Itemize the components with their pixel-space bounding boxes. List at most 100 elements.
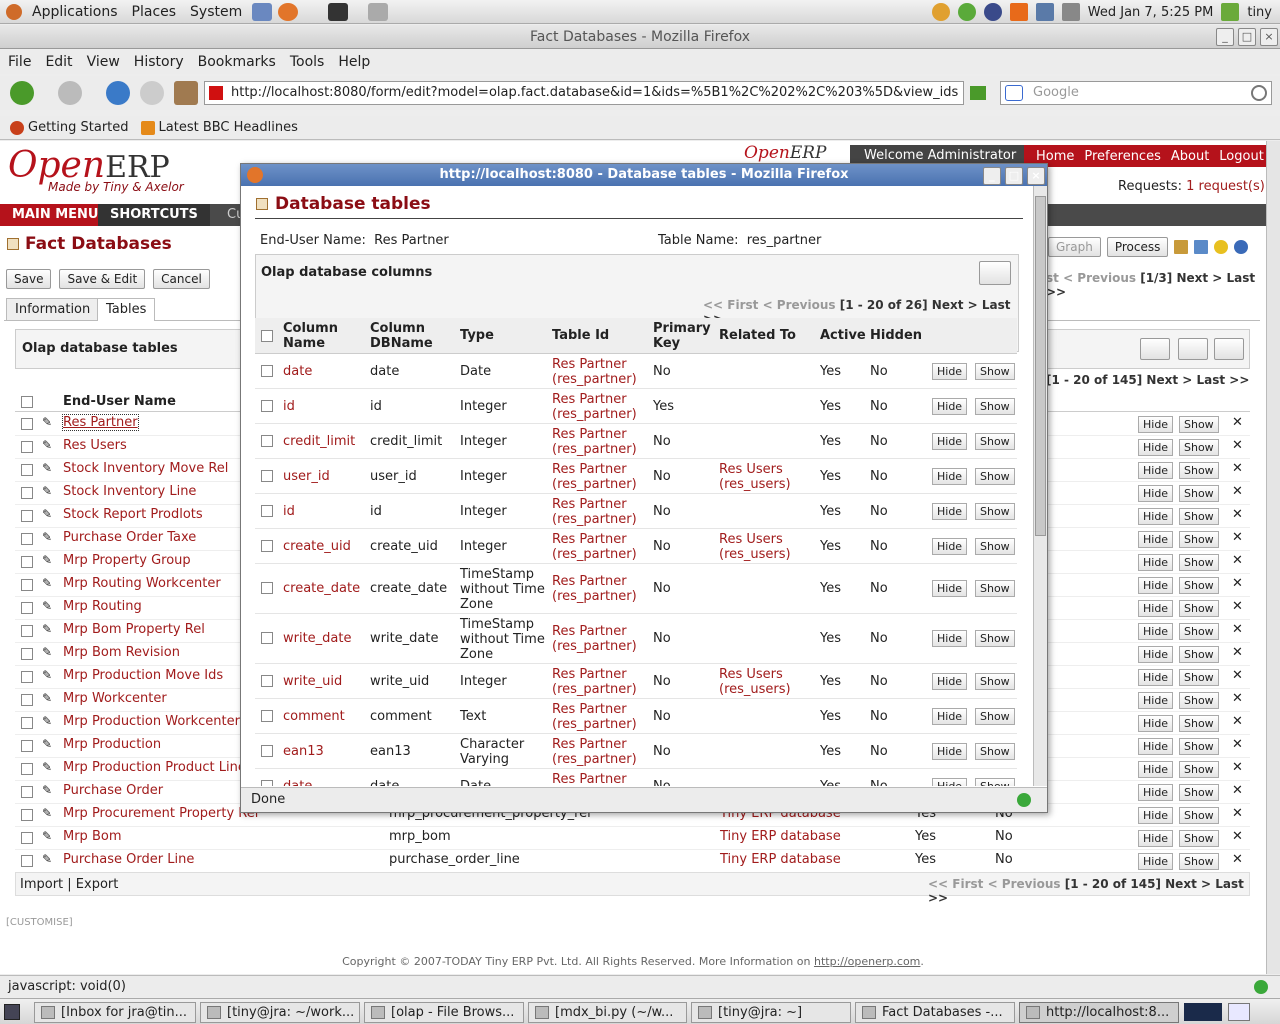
forward-icon[interactable] [58, 81, 82, 105]
delete-icon[interactable]: ✕ [1232, 760, 1243, 775]
show-button[interactable]: Show [1179, 692, 1219, 709]
column-table-link[interactable]: Res Partner (res_partner) [552, 702, 637, 732]
edit-pencil-icon[interactable]: ✎ [42, 668, 52, 682]
column-table-link[interactable]: Res Partner (res_partner) [552, 667, 637, 697]
delete-icon[interactable]: ✕ [1232, 461, 1243, 476]
column-table-link[interactable]: Res Partner (res_partner) [552, 497, 637, 527]
row-checkbox[interactable] [21, 832, 33, 844]
list-view-icon[interactable] [1214, 338, 1244, 360]
row-enduser-name[interactable]: Mrp Bom Property Rel [63, 622, 205, 637]
delete-icon[interactable]: ✕ [1232, 737, 1243, 752]
menu-history[interactable]: History [134, 54, 184, 70]
column-name-link[interactable]: id [283, 504, 295, 519]
row-checkbox[interactable] [21, 740, 33, 752]
row-enduser-name[interactable]: Mrp Property Group [63, 553, 191, 568]
show-button[interactable]: Show [1179, 830, 1219, 847]
column-show-button[interactable]: Show [975, 398, 1015, 415]
column-name-link[interactable]: ean13 [283, 744, 324, 759]
column-hide-button[interactable]: Hide [932, 580, 968, 597]
edit-pencil-icon[interactable]: ✎ [42, 599, 52, 613]
volume-icon[interactable] [1061, 3, 1080, 21]
column-table-link[interactable]: Res Partner (res_partner) [552, 427, 637, 457]
column-hide-button[interactable]: Hide [932, 363, 968, 380]
hide-button[interactable]: Hide [1138, 830, 1174, 847]
hide-button[interactable]: Hide [1138, 807, 1174, 824]
delete-icon[interactable]: ✕ [1232, 438, 1243, 453]
column-show-button[interactable]: Show [975, 363, 1015, 380]
row-checkbox[interactable] [21, 763, 33, 775]
delete-icon[interactable]: ✕ [1232, 622, 1243, 637]
taskbar-window-button[interactable]: http://localhost:8... [1019, 1002, 1179, 1023]
go-icon[interactable] [970, 86, 986, 100]
row-checkbox[interactable] [21, 671, 33, 683]
sun-icon[interactable] [1214, 240, 1229, 254]
column-show-button[interactable]: Show [975, 708, 1015, 725]
column-name-link[interactable]: create_uid [283, 539, 351, 554]
row-enduser-name[interactable]: Mrp Production Product Line [63, 760, 246, 775]
hide-button[interactable]: Hide [1138, 692, 1174, 709]
popup-list-view-icon[interactable] [979, 261, 1011, 285]
taskbar-window-button[interactable]: Fact Databases -... [855, 1002, 1015, 1023]
requests-link[interactable]: 1 request(s) [1186, 179, 1265, 194]
column-table-link[interactable]: Res Partner (res_partner) [552, 462, 637, 492]
row-enduser-name[interactable]: Res Users [63, 438, 127, 453]
username[interactable]: tiny [1247, 5, 1272, 20]
column-hide-button[interactable]: Hide [932, 630, 968, 647]
column-name-link[interactable]: id [283, 399, 295, 414]
edit-pencil-icon[interactable]: ✎ [42, 438, 52, 452]
row-checkbox[interactable] [21, 625, 33, 637]
column-table-link[interactable]: Res Partner (res_partner) [552, 574, 637, 604]
column-show-button[interactable]: Show [975, 630, 1015, 647]
show-button[interactable]: Show [1179, 600, 1219, 617]
delete-icon[interactable]: ✕ [1232, 668, 1243, 683]
row-enduser-name[interactable]: Purchase Order [63, 783, 163, 798]
preferences-link[interactable]: Preferences [1084, 149, 1160, 164]
row-enduser-name[interactable]: Mrp Procurement Property Rel [63, 806, 258, 821]
show-desktop-icon[interactable] [4, 1004, 20, 1020]
column-show-button[interactable]: Show [975, 778, 1015, 786]
row-enduser-name[interactable]: Mrp Production Move Ids [63, 668, 223, 683]
popup-maximize-button[interactable]: □ [1005, 167, 1023, 185]
show-button[interactable]: Show [1179, 784, 1219, 801]
select-all-checkbox[interactable] [21, 396, 33, 408]
applications-menu[interactable]: Applications [32, 4, 118, 20]
delete-icon[interactable]: ✕ [1232, 530, 1243, 545]
close-button[interactable]: × [1260, 28, 1278, 46]
delete-icon[interactable]: ✕ [1232, 852, 1243, 867]
edit-pencil-icon[interactable]: ✎ [42, 622, 52, 636]
column-row-checkbox[interactable] [261, 365, 273, 377]
firefox-launcher-icon[interactable] [278, 2, 299, 21]
hide-button[interactable]: Hide [1138, 853, 1174, 870]
column-hide-button[interactable]: Hide [932, 468, 968, 485]
row-checkbox[interactable] [21, 855, 33, 867]
show-button[interactable]: Show [1179, 807, 1219, 824]
delete-icon[interactable]: ✕ [1232, 415, 1243, 430]
edit-pencil-icon[interactable]: ✎ [42, 829, 52, 843]
column-table-link[interactable]: Res Partner (res_partner) [552, 532, 637, 562]
edit-pencil-icon[interactable]: ✎ [42, 553, 52, 567]
hide-button[interactable]: Hide [1138, 485, 1174, 502]
row-enduser-name[interactable]: Mrp Routing Workcenter [63, 576, 221, 591]
column-show-button[interactable]: Show [975, 468, 1015, 485]
delete-icon[interactable]: ✕ [1232, 714, 1243, 729]
search-icon[interactable] [1251, 85, 1267, 101]
row-enduser-name[interactable]: Mrp Bom [63, 829, 121, 844]
clock[interactable]: Wed Jan 7, 5:25 PM [1088, 5, 1214, 20]
hide-button[interactable]: Hide [1138, 784, 1174, 801]
edit-pencil-icon[interactable]: ✎ [42, 760, 52, 774]
column-row-checkbox[interactable] [261, 780, 273, 786]
row-checkbox[interactable] [21, 556, 33, 568]
row-checkbox[interactable] [21, 809, 33, 821]
hide-button[interactable]: Hide [1138, 715, 1174, 732]
minimize-button[interactable]: _ [1216, 28, 1234, 46]
openerp-logo[interactable]: OpenERP Made by Tiny & Axelor [8, 145, 184, 194]
row-checkbox[interactable] [21, 533, 33, 545]
display-tray-icon[interactable] [1035, 3, 1054, 21]
hide-button[interactable]: Hide [1138, 508, 1174, 525]
taskbar-window-button[interactable]: [mdx_bi.py (~/w... [528, 1002, 687, 1023]
show-button[interactable]: Show [1179, 577, 1219, 594]
search-input[interactable]: Google [1000, 81, 1272, 105]
column-hide-button[interactable]: Hide [932, 433, 968, 450]
show-button[interactable]: Show [1179, 439, 1219, 456]
column-table-link[interactable]: Res Partner (res_partner) [552, 357, 637, 387]
